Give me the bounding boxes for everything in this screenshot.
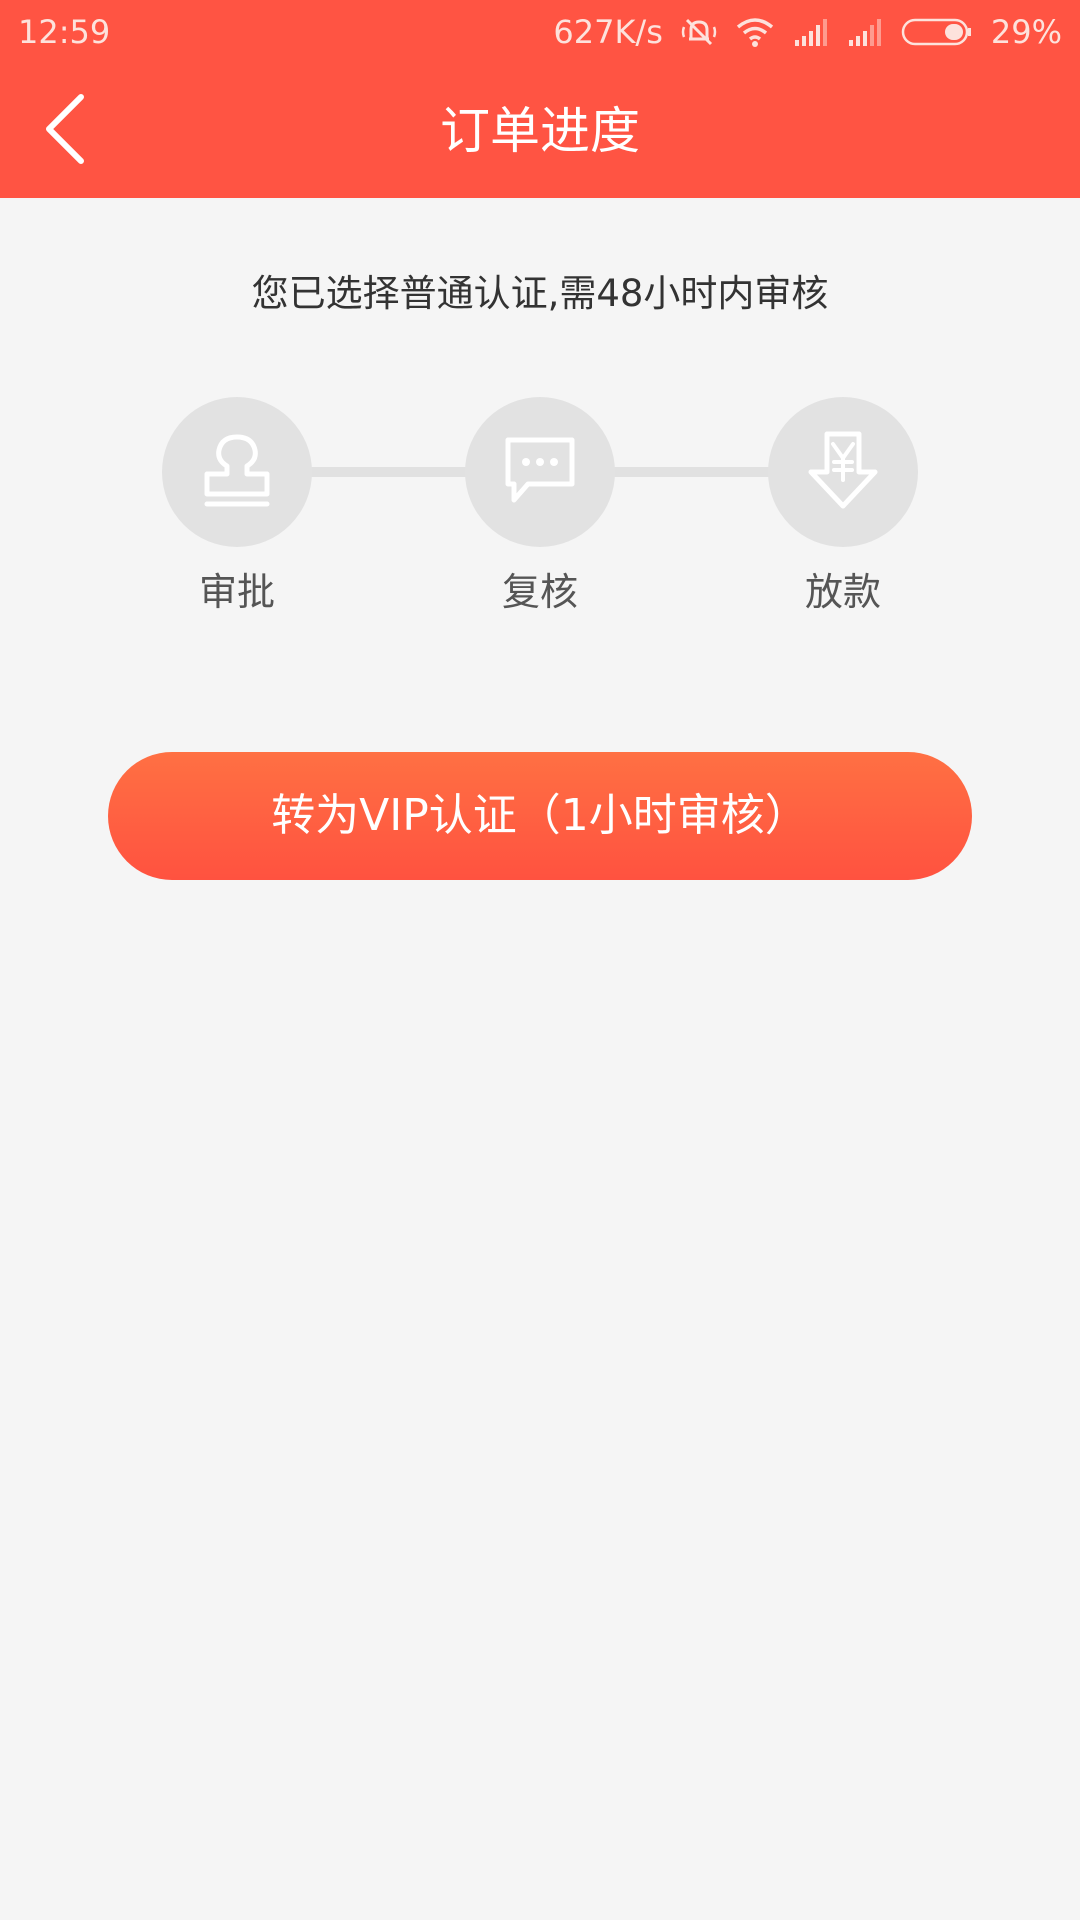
- step-label-disbursement: 放款: [804, 570, 881, 614]
- status-bar: 12:59 627K/s 29%: [0, 0, 1080, 64]
- status-indicators: 627K/s 29%: [553, 12, 1062, 52]
- upgrade-vip-button[interactable]: 转为VIP认证（1小时审核）: [108, 752, 972, 880]
- battery-icon: [901, 18, 971, 46]
- signal-icon: [794, 19, 827, 46]
- step-connector: [310, 467, 470, 477]
- review-notice: 您已选择普通认证,需48小时内审核: [251, 272, 829, 315]
- page-title: 订单进度: [440, 102, 640, 160]
- nav-bar: 订单进度: [0, 64, 1080, 198]
- network-speed: 627K/s: [553, 13, 663, 51]
- step-label-approval: 审批: [198, 570, 275, 614]
- app-header: 12:59 627K/s 29% 订单进度: [0, 0, 1080, 198]
- yuan-download-icon: [808, 431, 878, 509]
- chat-bubble-icon: [505, 437, 575, 503]
- step-label-review: 复核: [501, 570, 578, 614]
- progress-steps: 审批 复核 放款: [0, 397, 1080, 627]
- step-approval: [162, 397, 312, 547]
- wifi-icon: [736, 18, 773, 47]
- step-review: [465, 397, 615, 547]
- battery-percent: 29%: [990, 13, 1062, 51]
- step-disbursement: [768, 397, 918, 547]
- mute-vibrate-icon: [681, 18, 717, 46]
- status-time: 12:59: [18, 13, 111, 51]
- stamp-icon: [204, 434, 270, 507]
- step-connector: [610, 467, 770, 477]
- signal-icon: [848, 19, 881, 46]
